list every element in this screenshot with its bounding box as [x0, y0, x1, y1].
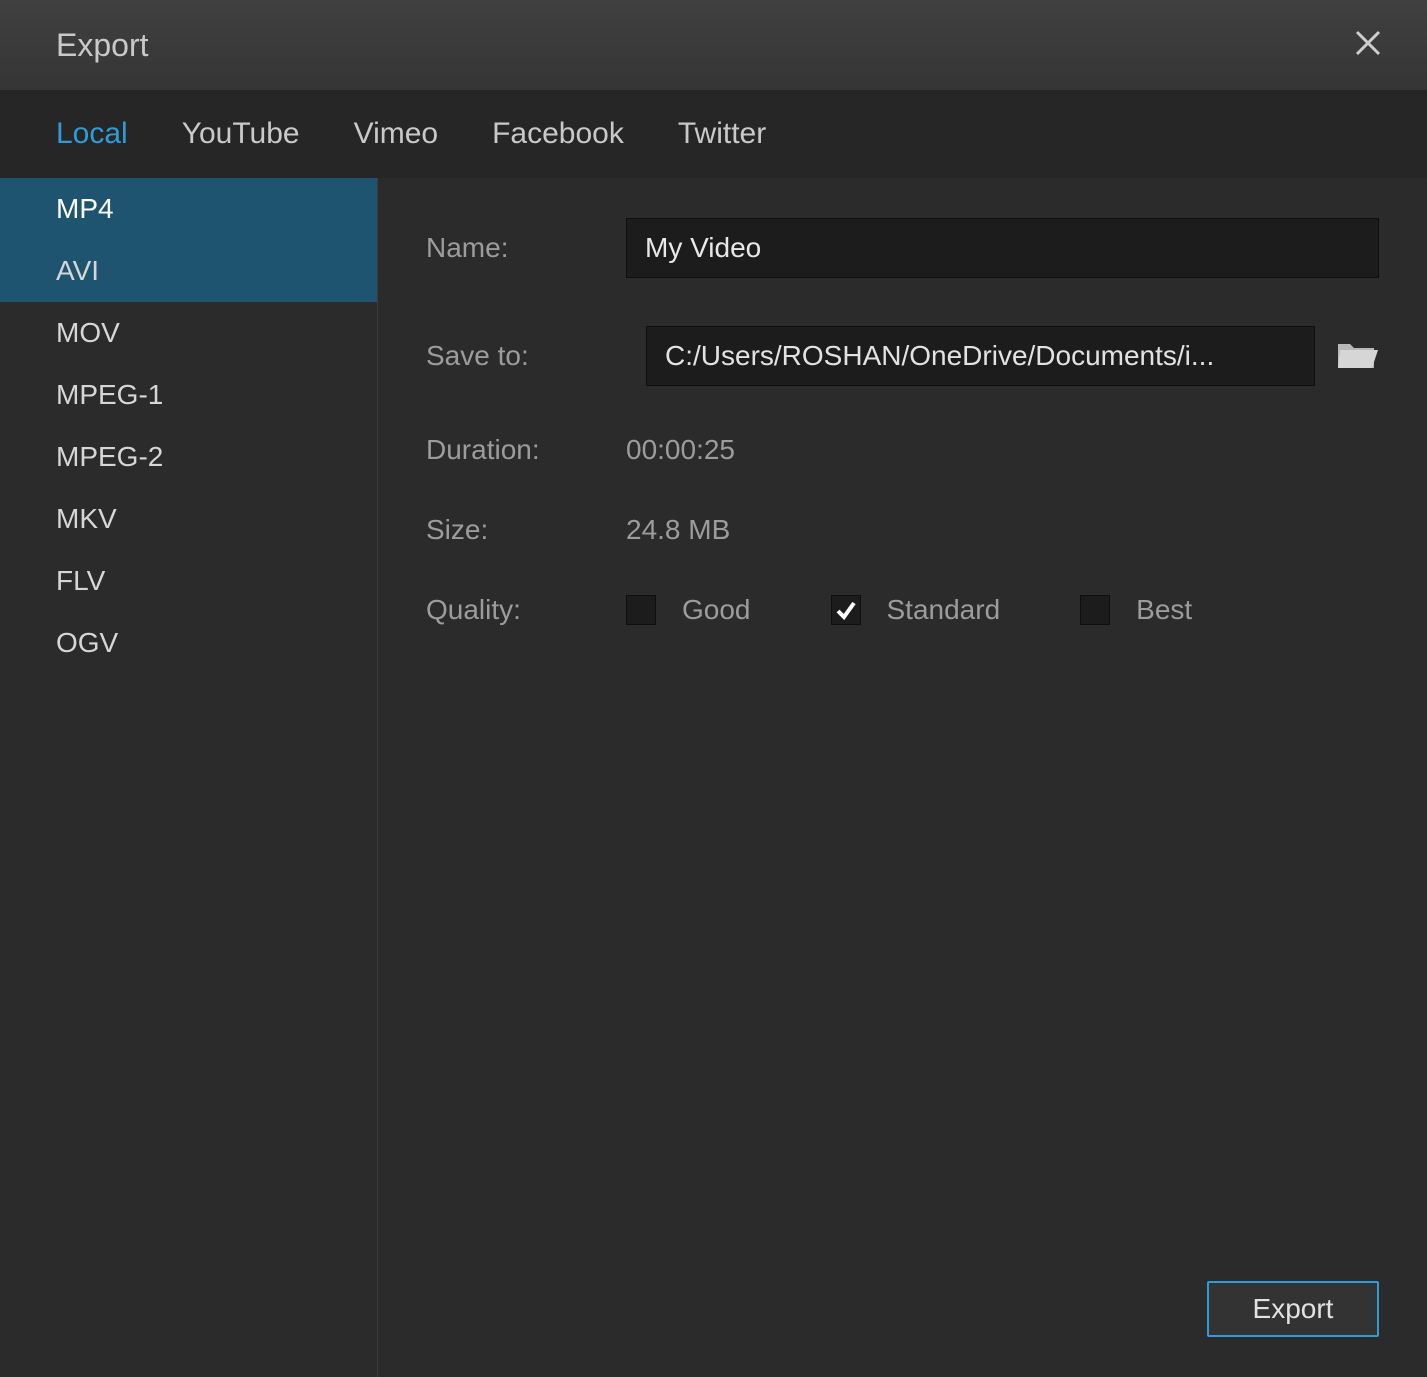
format-item-avi[interactable]: AVI [0, 240, 377, 302]
duration-value: 00:00:25 [626, 434, 735, 466]
format-item-mpeg1[interactable]: MPEG-1 [0, 364, 377, 426]
duration-row: Duration: 00:00:25 [426, 434, 1379, 466]
save-row: Save to: C:/Users/ROSHAN/OneDrive/Docume… [426, 326, 1379, 386]
tab-facebook[interactable]: Facebook [492, 117, 624, 151]
tab-twitter[interactable]: Twitter [678, 117, 766, 151]
save-path-display[interactable]: C:/Users/ROSHAN/OneDrive/Documents/i... [646, 326, 1315, 386]
close-icon[interactable] [1347, 22, 1389, 69]
quality-standard-label: Standard [887, 594, 1001, 626]
quality-standard[interactable]: Standard [831, 594, 1001, 626]
size-row: Size: 24.8 MB [426, 514, 1379, 546]
duration-label: Duration: [426, 434, 626, 466]
quality-good[interactable]: Good [626, 594, 751, 626]
tab-youtube[interactable]: YouTube [182, 117, 300, 151]
tab-local[interactable]: Local [56, 117, 128, 151]
tab-vimeo[interactable]: Vimeo [354, 117, 439, 151]
quality-options: Good Standard Best [626, 594, 1192, 626]
size-label: Size: [426, 514, 626, 546]
content-area: MP4 AVI MOV MPEG-1 MPEG-2 MKV FLV OGV Na… [0, 178, 1427, 1377]
format-item-mpeg2[interactable]: MPEG-2 [0, 426, 377, 488]
export-button[interactable]: Export [1207, 1281, 1379, 1337]
format-item-mp4[interactable]: MP4 [0, 178, 377, 240]
footer: Export [1207, 1281, 1379, 1337]
quality-row: Quality: Good Standard [426, 594, 1379, 626]
format-item-mkv[interactable]: MKV [0, 488, 377, 550]
checkbox-icon [1080, 595, 1110, 625]
quality-label: Quality: [426, 594, 626, 626]
size-value: 24.8 MB [626, 514, 730, 546]
folder-icon [1336, 336, 1378, 377]
format-item-ogv[interactable]: OGV [0, 612, 377, 674]
quality-best-label: Best [1136, 594, 1192, 626]
name-input[interactable] [626, 218, 1379, 278]
checkbox-icon [626, 595, 656, 625]
checkbox-icon [831, 595, 861, 625]
name-label: Name: [426, 232, 626, 264]
name-row: Name: [426, 218, 1379, 278]
browse-folder-button[interactable] [1335, 334, 1379, 378]
quality-best[interactable]: Best [1080, 594, 1192, 626]
format-sidebar: MP4 AVI MOV MPEG-1 MPEG-2 MKV FLV OGV [0, 178, 378, 1377]
titlebar: Export [0, 0, 1427, 90]
save-label: Save to: [426, 340, 626, 372]
quality-good-label: Good [682, 594, 751, 626]
tabbar: Local YouTube Vimeo Facebook Twitter [0, 90, 1427, 178]
window-title: Export [56, 27, 148, 64]
form-panel: Name: Save to: C:/Users/ROSHAN/OneDrive/… [378, 178, 1427, 1377]
format-item-flv[interactable]: FLV [0, 550, 377, 612]
export-dialog: Export Local YouTube Vimeo Facebook Twit… [0, 0, 1427, 1377]
format-item-mov[interactable]: MOV [0, 302, 377, 364]
